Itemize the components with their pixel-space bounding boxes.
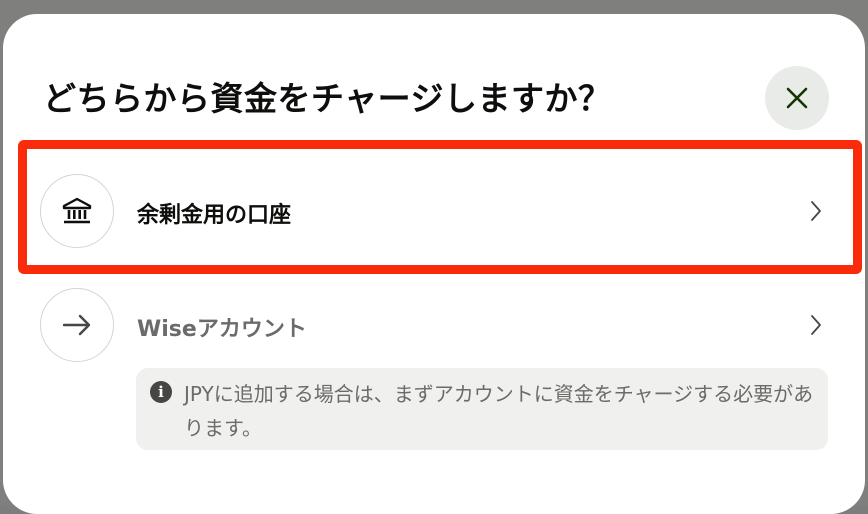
arrow-icon-circle — [40, 288, 114, 362]
dialog-title: どちらから資金をチャージしますか？ — [43, 79, 612, 118]
info-text: JPYに追加する場合は、まずアカウントに資金をチャージする必要があります。 — [184, 382, 814, 440]
bank-icon-circle — [40, 174, 114, 248]
chevron-right-icon — [811, 201, 821, 221]
bank-icon — [62, 197, 92, 224]
info-notice: i JPYに追加する場合は、まずアカウントに資金をチャージする必要があります。 — [136, 368, 828, 450]
option-surplus-account[interactable]: 余剰金用の口座 — [20, 142, 856, 260]
option-wise-account[interactable]: Wiseアカウント — [20, 266, 856, 376]
close-button[interactable] — [765, 66, 829, 130]
option-label-wise-account: Wiseアカウント — [137, 317, 307, 342]
arrow-right-icon — [62, 314, 91, 336]
chevron-right-icon — [811, 315, 821, 335]
info-icon: i — [150, 381, 172, 403]
option-label-surplus-account: 余剰金用の口座 — [137, 203, 292, 228]
close-icon — [786, 87, 808, 109]
